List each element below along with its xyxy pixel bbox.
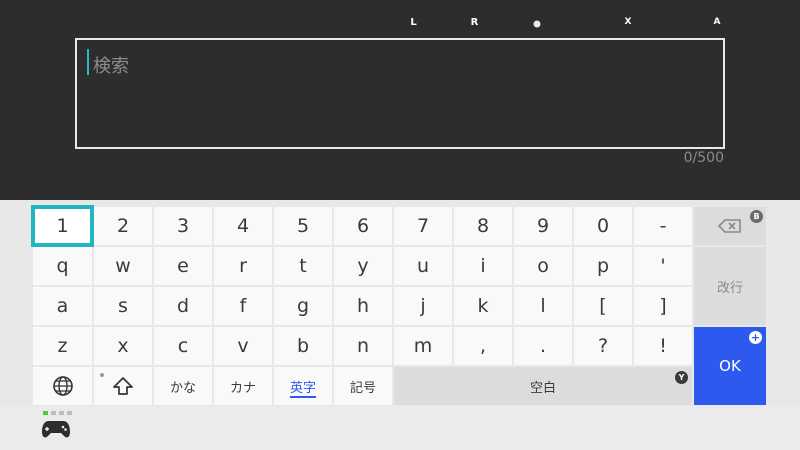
key-j[interactable]: j — [394, 287, 452, 325]
key-r[interactable]: r — [214, 247, 272, 285]
key-4[interactable]: 4 — [214, 207, 272, 245]
key-h[interactable]: h — [334, 287, 392, 325]
key-apostrophe[interactable]: ' — [634, 247, 692, 285]
shift-key[interactable] — [94, 367, 152, 405]
key-1[interactable]: 1 — [31, 205, 94, 247]
key-question[interactable]: ? — [574, 327, 632, 365]
mode-katakana-key[interactable]: カナ — [214, 367, 272, 405]
key-m[interactable]: m — [394, 327, 452, 365]
character-counter: 0/500 — [683, 150, 724, 166]
r-button-icon: R — [467, 14, 482, 30]
b-button-badge: B — [750, 210, 763, 223]
key-right-bracket[interactable]: ] — [634, 287, 692, 325]
key-a[interactable]: a — [33, 287, 92, 325]
active-mode-underline — [290, 396, 316, 398]
globe-icon — [52, 376, 73, 396]
space-label: 空白 — [529, 380, 556, 396]
caps-label: 大文字 — [552, 16, 592, 32]
key-e[interactable]: e — [154, 247, 212, 285]
footer-cursor-right[interactable]: R → — [467, 12, 499, 32]
search-placeholder: 検索 — [93, 56, 129, 77]
key-i[interactable]: i — [454, 247, 512, 285]
key-o[interactable]: o — [514, 247, 572, 285]
text-caret — [87, 49, 89, 75]
key-q[interactable]: q — [33, 247, 92, 285]
key-x[interactable]: x — [94, 327, 152, 365]
language-key[interactable] — [33, 367, 92, 405]
key-v[interactable]: v — [214, 327, 272, 365]
ok-button[interactable]: OK + — [694, 327, 766, 405]
key-7[interactable]: 7 — [394, 207, 452, 245]
key-w[interactable]: w — [94, 247, 152, 285]
key-f[interactable]: f — [214, 287, 272, 325]
key-hyphen[interactable]: - — [634, 207, 692, 245]
key-9[interactable]: 9 — [514, 207, 572, 245]
key-p[interactable]: p — [574, 247, 632, 285]
footer-cursor-left[interactable]: L ← — [406, 12, 438, 32]
footer-cancel[interactable]: X やめる — [620, 12, 681, 32]
footer-enter[interactable]: A 入力 — [709, 12, 757, 32]
key-s[interactable]: s — [94, 287, 152, 325]
key-t[interactable]: t — [274, 247, 332, 285]
key-n[interactable]: n — [334, 327, 392, 365]
mode-hiragana-key[interactable]: かな — [154, 367, 212, 405]
footer-caps[interactable]: 大文字 — [528, 12, 591, 32]
cursor-left-label: ← — [427, 14, 438, 30]
l-button-icon: L — [406, 14, 421, 30]
search-input[interactable]: 検索 — [75, 38, 725, 149]
a-button-icon: A — [709, 14, 725, 30]
cancel-label: やめる — [642, 16, 682, 32]
key-exclamation[interactable]: ! — [634, 327, 692, 365]
key-y[interactable]: y — [334, 247, 392, 285]
ok-label: OK — [719, 357, 741, 375]
key-2[interactable]: 2 — [94, 207, 152, 245]
key-d[interactable]: d — [154, 287, 212, 325]
stick-press-icon — [530, 12, 544, 31]
key-8[interactable]: 8 — [454, 207, 512, 245]
mode-symbols-key[interactable]: 記号 — [334, 367, 392, 405]
plus-button-badge: + — [749, 331, 762, 344]
key-u[interactable]: u — [394, 247, 452, 285]
controls-footer — [0, 406, 800, 450]
key-l[interactable]: l — [514, 287, 572, 325]
key-left-bracket[interactable]: [ — [574, 287, 632, 325]
backspace-key[interactable]: B — [694, 207, 766, 245]
key-b[interactable]: b — [274, 327, 332, 365]
space-key[interactable]: 空白 Y — [394, 367, 692, 405]
y-button-badge: Y — [675, 371, 688, 384]
key-c[interactable]: c — [154, 327, 212, 365]
key-g[interactable]: g — [274, 287, 332, 325]
controller-indicator-dots — [43, 411, 72, 415]
key-k[interactable]: k — [454, 287, 512, 325]
shift-arrow-icon — [113, 377, 133, 395]
key-comma[interactable]: , — [454, 327, 512, 365]
mode-alpha-label: 英字 — [289, 380, 316, 396]
key-5[interactable]: 5 — [274, 207, 332, 245]
controller-icon — [42, 421, 70, 438]
newline-key[interactable]: 改行 — [694, 247, 766, 325]
key-0[interactable]: 0 — [574, 207, 632, 245]
key-period[interactable]: . — [514, 327, 572, 365]
key-3[interactable]: 3 — [154, 207, 212, 245]
key-6[interactable]: 6 — [334, 207, 392, 245]
cursor-right-label: → — [488, 14, 499, 30]
enter-label: 入力 — [731, 16, 758, 32]
caps-indicator-dot — [100, 373, 104, 377]
key-z[interactable]: z — [33, 327, 92, 365]
x-button-icon: X — [620, 14, 636, 30]
backspace-icon — [718, 219, 741, 233]
mode-alpha-key[interactable]: 英字 — [274, 367, 332, 405]
